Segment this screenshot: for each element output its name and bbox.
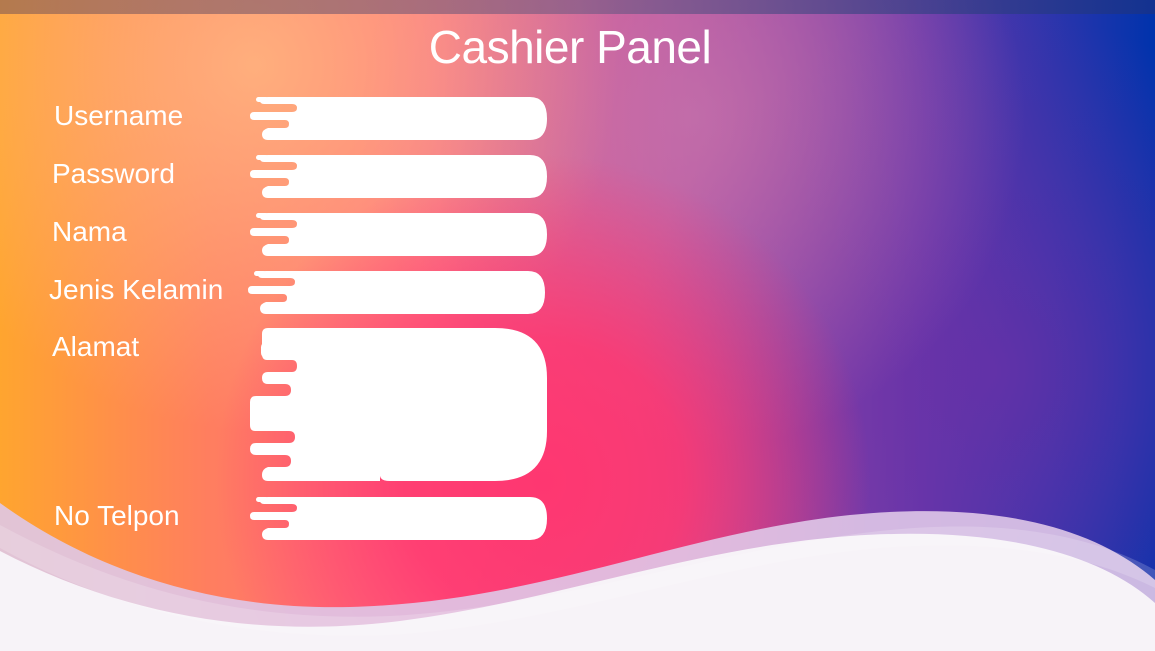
nama-input[interactable]	[298, 218, 528, 251]
cashier-panel-screen: Cashier Panel Username Password Nama Jen…	[0, 0, 1155, 651]
alamat-label: Alamat	[52, 331, 140, 362]
username-input[interactable]	[298, 102, 528, 135]
page-title: Cashier Panel	[428, 21, 712, 73]
username-field-shell[interactable]	[250, 97, 547, 140]
nama-label: Nama	[52, 216, 127, 247]
nama-field-shell[interactable]	[250, 213, 547, 256]
form-row-username: Username	[0, 97, 560, 145]
form-row-alamat: Alamat	[0, 328, 560, 483]
form-row-no-telpon: No Telpon	[0, 497, 560, 545]
alamat-textarea[interactable]	[298, 342, 528, 464]
jenis-kelamin-input[interactable]	[296, 276, 526, 309]
no-telpon-label: No Telpon	[54, 500, 180, 531]
top-strip	[0, 0, 1155, 14]
form-row-nama: Nama	[0, 213, 560, 261]
no-telpon-field-shell[interactable]	[250, 497, 547, 540]
form-row-jenis-kelamin: Jenis Kelamin	[0, 271, 560, 319]
password-input[interactable]	[298, 160, 528, 193]
password-field-shell[interactable]	[250, 155, 547, 198]
alamat-field-shell[interactable]	[250, 328, 547, 481]
password-label: Password	[52, 158, 175, 189]
username-label: Username	[54, 100, 184, 131]
front-wave	[0, 533, 1155, 651]
jenis-kelamin-field-shell[interactable]	[248, 271, 545, 314]
no-telpon-input[interactable]	[298, 502, 528, 535]
jenis-kelamin-label: Jenis Kelamin	[49, 274, 224, 305]
form-row-password: Password	[0, 155, 560, 203]
